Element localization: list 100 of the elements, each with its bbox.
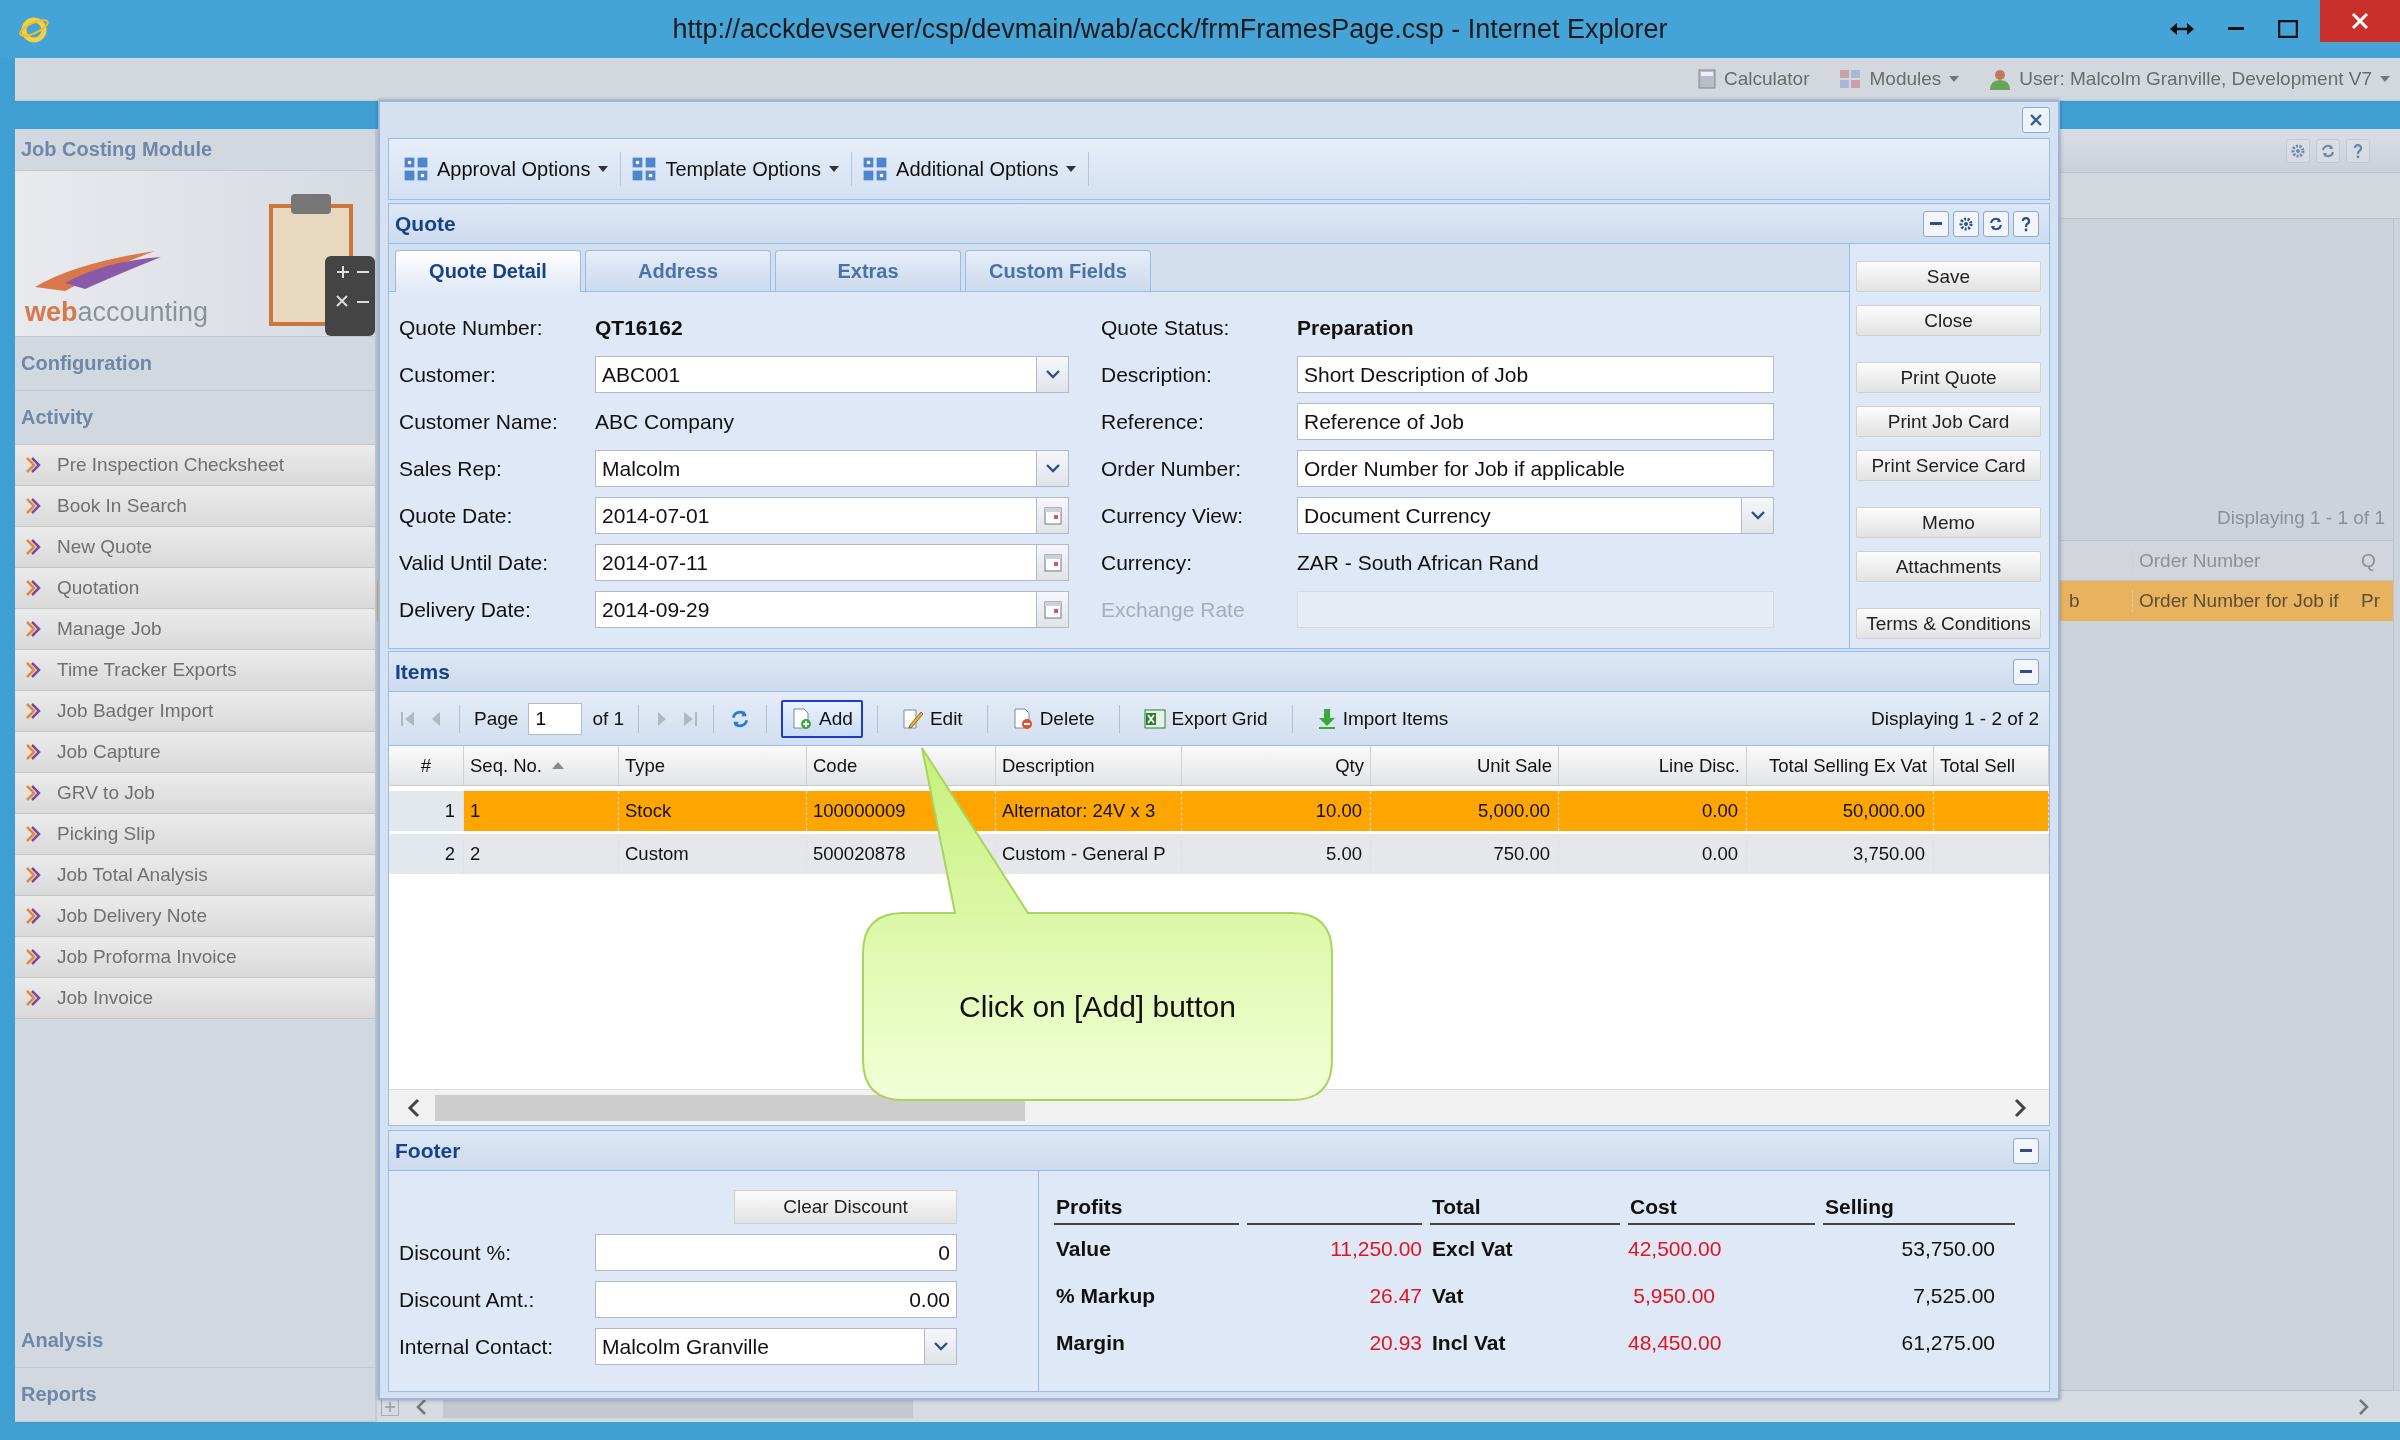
- nav-item[interactable]: Time Tracker Exports: [15, 650, 375, 691]
- scrollbar-thumb[interactable]: [435, 1094, 1025, 1121]
- grid-icon: [403, 156, 429, 182]
- dropdown-field[interactable]: ABC001: [595, 356, 1037, 393]
- field-label: Customer Name:: [399, 409, 559, 434]
- number-field[interactable]: 0.00: [595, 1281, 957, 1318]
- text-field[interactable]: Order Number for Job if applicable: [1297, 450, 1774, 487]
- nav-item[interactable]: Job Badger Import: [15, 691, 375, 732]
- add-button[interactable]: Add: [781, 699, 863, 738]
- action-button[interactable]: Save: [1856, 261, 2041, 292]
- tab[interactable]: Extras: [775, 250, 961, 291]
- nav-item[interactable]: New Quote: [15, 527, 375, 568]
- collapse-button[interactable]: [2013, 1137, 2039, 1164]
- refresh-button[interactable]: [1983, 210, 2009, 237]
- clear-discount-button[interactable]: Clear Discount: [734, 1190, 957, 1224]
- close-button[interactable]: [2022, 107, 2050, 133]
- action-button[interactable]: Print Service Card: [1856, 450, 2041, 481]
- minimize-button[interactable]: [1923, 210, 1949, 237]
- date-field[interactable]: 2014-07-11: [595, 544, 1037, 581]
- scroll-left-icon[interactable]: [407, 1097, 421, 1118]
- tab[interactable]: Custom Fields: [965, 250, 1151, 291]
- dropdown-field[interactable]: Malcolm: [595, 450, 1037, 487]
- caret-icon: [1949, 76, 1960, 82]
- nav-item[interactable]: Job Capture: [15, 732, 375, 773]
- options-menu[interactable]: Template Options: [625, 152, 853, 186]
- callout-text: Click on [Add] button: [959, 989, 1236, 1024]
- dropdown-field[interactable]: Document Currency: [1297, 497, 1742, 534]
- action-button[interactable]: Print Job Card: [1856, 406, 2041, 437]
- calendar-icon: [1043, 553, 1062, 572]
- nav-item[interactable]: Quotation: [15, 568, 375, 609]
- export-button[interactable]: Export Grid: [1133, 699, 1278, 738]
- table-cell: Order Number for Job if: [2132, 590, 2357, 612]
- delete-button[interactable]: Delete: [1001, 699, 1105, 738]
- nav-item[interactable]: Job Delivery Note: [15, 896, 375, 937]
- action-button[interactable]: Print Quote: [1856, 362, 2041, 393]
- edit-button[interactable]: Edit: [891, 699, 973, 738]
- column-header[interactable]: Type: [619, 746, 807, 785]
- dropdown-button[interactable]: [925, 1328, 957, 1365]
- dropdown-button[interactable]: [1037, 356, 1069, 393]
- nav-item[interactable]: Job Total Analysis: [15, 855, 375, 896]
- date-field[interactable]: 2014-07-01: [595, 497, 1037, 534]
- column-header[interactable]: Unit Sale: [1371, 746, 1559, 785]
- calendar-icon: [1043, 600, 1062, 619]
- column-header[interactable]: Seq. No.: [464, 746, 619, 785]
- nav-item[interactable]: Picking Slip: [15, 814, 375, 855]
- calculator-icon: [1697, 69, 1716, 89]
- maximize-icon[interactable]: [2278, 20, 2298, 38]
- dropdown-button[interactable]: [1742, 497, 1774, 534]
- minimize-icon[interactable]: [2228, 27, 2244, 31]
- column-header[interactable]: #: [389, 746, 464, 785]
- help-button[interactable]: [2013, 210, 2039, 237]
- collapse-button[interactable]: [2013, 658, 2039, 685]
- options-menu[interactable]: Approval Options: [397, 152, 622, 186]
- action-button[interactable]: Attachments: [1856, 551, 2041, 582]
- dropdown-button[interactable]: [1037, 450, 1069, 487]
- scroll-left-icon[interactable]: [415, 1397, 427, 1416]
- tab[interactable]: Quote Detail: [395, 250, 581, 292]
- nav-item[interactable]: Job Proforma Invoice: [15, 937, 375, 978]
- nav-item[interactable]: Manage Job: [15, 609, 375, 650]
- action-button[interactable]: Terms & Conditions: [1856, 608, 2041, 639]
- close-button[interactable]: [2320, 0, 2400, 42]
- table-row[interactable]: 2 2 Custom 500020878 Custom - General P 5.00 750.00 0.00 3,750.00: [389, 834, 2049, 874]
- nav-item[interactable]: Job Invoice: [15, 978, 375, 1019]
- field-label: Quote Number:: [399, 315, 544, 340]
- nav-item[interactable]: GRV to Job: [15, 773, 375, 814]
- options-menu[interactable]: Additional Options: [856, 152, 1090, 186]
- field-label: Currency:: [1101, 550, 1194, 575]
- column-header[interactable]: Line Disc.: [1559, 746, 1747, 785]
- row-label: % Markup: [1055, 1283, 1157, 1308]
- calculator-button[interactable]: Calculator: [1697, 68, 1810, 90]
- column-header[interactable]: Total Sell: [1934, 746, 2049, 785]
- caret-icon: [2380, 76, 2390, 82]
- row-label: Incl Vat: [1431, 1330, 1507, 1355]
- nav-item[interactable]: Book In Search: [15, 486, 375, 527]
- import-button[interactable]: Import Items: [1306, 699, 1459, 738]
- settings-button[interactable]: [1953, 210, 1979, 237]
- tab[interactable]: Address: [585, 250, 771, 291]
- action-button[interactable]: Memo: [1856, 507, 2041, 538]
- profit-value: 26.47: [1368, 1283, 1422, 1308]
- close-icon: [2029, 113, 2043, 127]
- row-label: Margin: [1055, 1330, 1126, 1355]
- modules-menu[interactable]: Modules: [1839, 68, 1960, 90]
- table-row[interactable]: 1 1 Stock 100000009 Alternator: 24V x 3 10.00 5,000.00 0.00 50,000.00: [389, 791, 2049, 831]
- dropdown-field[interactable]: Malcolm Granville: [595, 1328, 925, 1365]
- nav-item[interactable]: Pre Inspection Checksheet: [15, 445, 375, 486]
- page-field[interactable]: 1: [528, 702, 583, 735]
- action-button[interactable]: Close: [1856, 305, 2041, 336]
- column-header[interactable]: Description: [996, 746, 1182, 785]
- scroll-right-icon[interactable]: [2013, 1097, 2027, 1118]
- panel-title: Footer: [395, 1138, 461, 1163]
- double-arrow-icon[interactable]: [2170, 22, 2194, 36]
- text-field[interactable]: Reference of Job: [1297, 403, 1774, 440]
- column-header[interactable]: Total Selling Ex Vat: [1747, 746, 1934, 785]
- field-label: Discount Amt.:: [399, 1287, 536, 1312]
- date-field[interactable]: 2014-09-29: [595, 591, 1037, 628]
- grid-icon: [862, 156, 889, 182]
- column-header[interactable]: Qty: [1182, 746, 1371, 785]
- text-field[interactable]: Short Description of Job: [1297, 356, 1774, 393]
- user-menu[interactable]: User: Malcolm Granville, Development V7: [1989, 68, 2390, 90]
- number-field[interactable]: 0: [595, 1234, 957, 1271]
